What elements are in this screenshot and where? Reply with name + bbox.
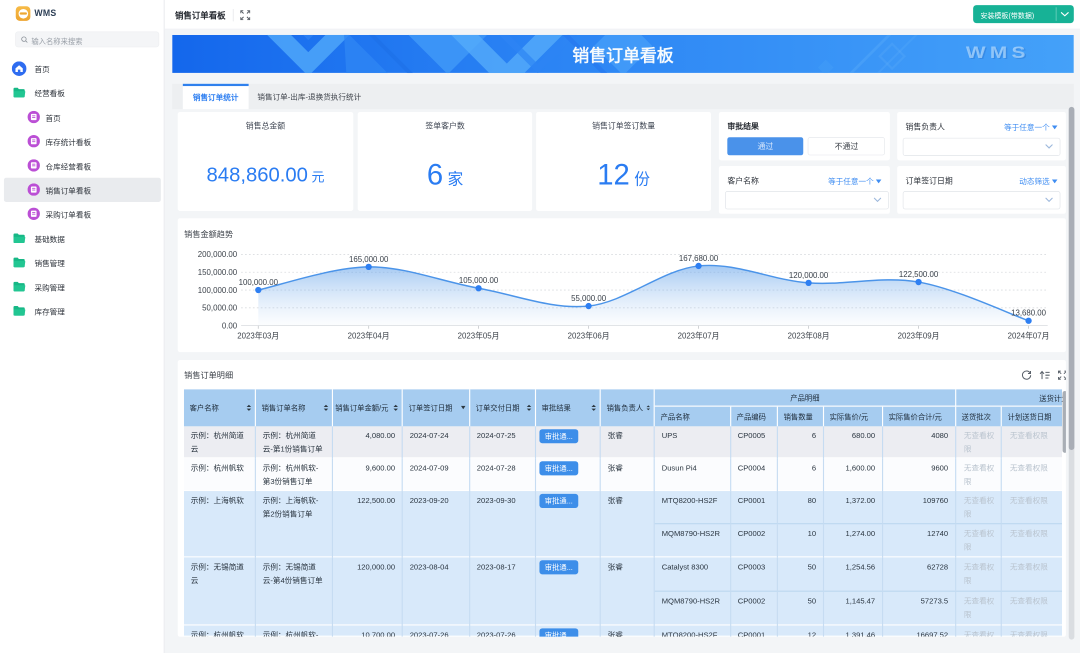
svg-text:55,000.00: 55,000.00 xyxy=(571,294,607,303)
svg-text:2024年07月: 2024年07月 xyxy=(1008,330,1050,340)
svg-text:0.00: 0.00 xyxy=(222,321,238,330)
svg-text:2023年08月: 2023年08月 xyxy=(788,330,830,340)
svg-text:122,500.00: 122,500.00 xyxy=(899,270,939,279)
svg-text:120,000.00: 120,000.00 xyxy=(789,271,829,280)
svg-text:2023年05月: 2023年05月 xyxy=(458,330,500,340)
svg-text:2023年06月: 2023年06月 xyxy=(568,330,610,340)
svg-text:150,000.00: 150,000.00 xyxy=(198,268,238,277)
svg-text:100,000.00: 100,000.00 xyxy=(239,278,279,287)
svg-text:2023年04月: 2023年04月 xyxy=(348,330,390,340)
svg-text:100,000.00: 100,000.00 xyxy=(198,286,238,295)
svg-text:2023年09月: 2023年09月 xyxy=(898,330,940,340)
svg-text:200,000.00: 200,000.00 xyxy=(198,250,238,259)
svg-text:13,680.00: 13,680.00 xyxy=(1011,308,1047,317)
svg-text:2023年07月: 2023年07月 xyxy=(678,330,720,340)
svg-text:50,000.00: 50,000.00 xyxy=(202,303,238,312)
svg-text:2023年03月: 2023年03月 xyxy=(238,330,280,340)
svg-text:105,000.00: 105,000.00 xyxy=(459,276,499,285)
svg-text:167,680.00: 167,680.00 xyxy=(679,254,719,263)
svg-text:165,000.00: 165,000.00 xyxy=(349,255,389,264)
